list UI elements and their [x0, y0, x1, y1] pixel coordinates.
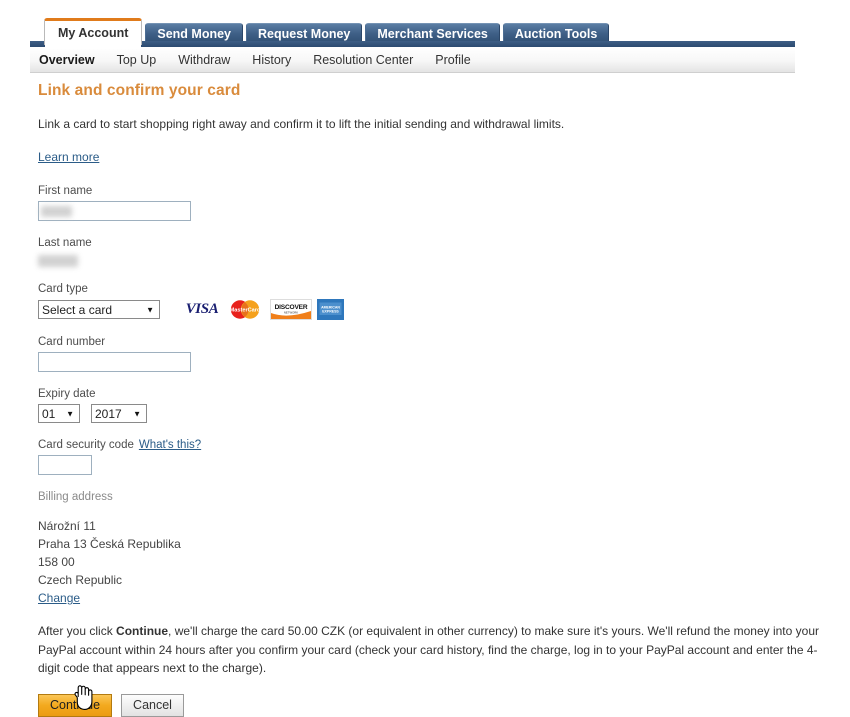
discover-logo: DISCOVER NETWORK [270, 299, 312, 321]
subnav-label: Withdraw [178, 52, 231, 67]
security-code-field-group: Card security code What's this? [38, 439, 828, 476]
tab-label: Auction Tools [514, 27, 598, 41]
tab-label: Send Money [157, 27, 231, 41]
svg-text:MasterCard: MasterCard [230, 308, 261, 314]
nav-blue-underline [30, 41, 795, 47]
expiry-date-field-group: Expiry date 01 ▼ 2017 ▼ [38, 388, 828, 424]
last-name-label: Last name [38, 237, 92, 250]
subnav-label: Profile [435, 52, 471, 67]
main-content: Link and confirm your card Link a card t… [38, 82, 828, 717]
page-intro-text: Link a card to start shopping right away… [38, 117, 565, 131]
subnav-item-withdraw[interactable]: Withdraw [178, 53, 230, 67]
billing-address-block: Nárožní 11 Praha 13 Česká Republika 158 … [38, 517, 828, 605]
mastercard-logo: MasterCard [225, 299, 265, 321]
expiry-date-label: Expiry date [38, 388, 96, 401]
tab-my-account[interactable]: My Account [44, 18, 143, 49]
cancel-button[interactable]: Cancel [121, 693, 184, 717]
card-type-label: Card type [38, 283, 88, 296]
tab-label: Merchant Services [377, 27, 488, 41]
expiry-year-select[interactable]: 2017 [91, 404, 147, 424]
last-name-field-group: Last name [38, 237, 828, 268]
subnav-item-resolution-center[interactable]: Resolution Center [313, 53, 413, 67]
first-name-input[interactable] [38, 201, 191, 222]
subnav-item-overview[interactable]: Overview [39, 53, 95, 67]
form-actions: Continue Cancel [38, 693, 828, 717]
subnav-label: Top Up [116, 52, 157, 67]
redacted-last-name-value [38, 255, 78, 268]
discover-logo-svg: DISCOVER NETWORK [271, 300, 311, 320]
tab-label: My Account [58, 26, 129, 40]
primary-navigation-bar: My Account Send Money Request Money Merc… [0, 0, 850, 49]
amex-logo-svg: AMERICAN EXPRESS [317, 299, 344, 321]
card-type-select[interactable]: Select a card [38, 300, 160, 320]
subnav-item-profile[interactable]: Profile [435, 53, 470, 67]
whats-this-link[interactable]: What's this? [139, 439, 201, 451]
secondary-navigation-bar: Overview Top Up Withdraw History Resolut… [30, 47, 795, 73]
expiry-month-select[interactable]: 01 [38, 404, 80, 424]
subnav-label: History [252, 52, 292, 67]
security-code-label: Card security code [38, 439, 134, 452]
card-number-field-group: Card number [38, 336, 828, 373]
accepted-card-logos: VISA MasterCard DISCOVER NETWORK AMERICA… [184, 299, 344, 321]
expiry-month-select-wrap: 01 ▼ [38, 404, 80, 424]
svg-text:NETWORK: NETWORK [284, 311, 298, 315]
card-type-field-group: Card type Select a card ▼ VISA MasterCar… [38, 283, 828, 321]
mastercard-logo-svg: MasterCard [225, 299, 265, 321]
first-name-label: First name [38, 185, 93, 198]
subnav-item-history[interactable]: History [252, 53, 291, 67]
change-address-link[interactable]: Change [38, 591, 80, 605]
charge-disclaimer-text: After you click Continue, we'll charge t… [38, 622, 821, 678]
page-title: Link and confirm your card [38, 82, 241, 99]
address-line: Nárožní 11 [38, 519, 96, 534]
redacted-first-name-value [41, 205, 72, 217]
first-name-field-group: First name [38, 185, 828, 222]
card-number-label: Card number [38, 336, 106, 349]
disclaimer-bold-continue: Continue [116, 624, 169, 639]
visa-logo: VISA [185, 301, 219, 318]
subnav-item-top-up[interactable]: Top Up [117, 53, 157, 67]
continue-button[interactable]: Continue [38, 693, 113, 717]
address-line: Praha 13 Česká Republika [38, 537, 181, 552]
tab-label: Request Money [258, 27, 351, 41]
svg-text:EXPRESS: EXPRESS [322, 310, 339, 314]
card-number-input[interactable] [38, 352, 191, 373]
billing-address-label: Billing address [38, 491, 113, 504]
expiry-year-select-wrap: 2017 ▼ [91, 404, 147, 424]
card-type-select-wrap: Select a card ▼ [38, 300, 160, 320]
security-code-input[interactable] [38, 455, 92, 476]
subnav-label: Overview [39, 52, 95, 67]
address-line: Czech Republic [38, 573, 123, 588]
learn-more-link[interactable]: Learn more [38, 150, 99, 164]
amex-logo: AMERICAN EXPRESS [317, 299, 344, 321]
subnav-label: Resolution Center [313, 52, 414, 67]
disclaimer-part-1: After you click [38, 624, 117, 639]
address-line: 158 00 [38, 555, 75, 570]
